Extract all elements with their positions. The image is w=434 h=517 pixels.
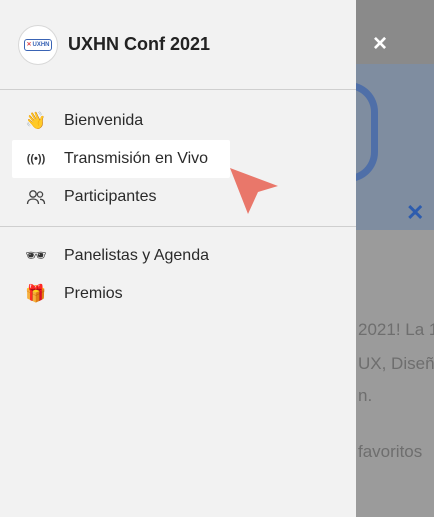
drawer-header: ✕ UXHN UXHN Conf 2021: [0, 0, 356, 90]
nav-item-participantes[interactable]: Participantes: [0, 178, 356, 216]
close-drawer-button[interactable]: ×: [368, 30, 392, 58]
background-text-line: favoritos: [358, 442, 423, 461]
background-text-line: n.: [358, 386, 373, 405]
nav-group-secondary: 🕶 Panelistas y Agenda 🎁 Premios: [0, 226, 356, 313]
app-title: UXHN Conf 2021: [68, 34, 211, 54]
pointer-cursor-icon: [230, 168, 278, 214]
background-logo-x: ✕: [406, 200, 425, 225]
people-icon: [24, 189, 48, 205]
nav-item-label: Premios: [64, 285, 123, 302]
gift-icon: 🎁: [25, 284, 47, 303]
broadcast-icon: ((•)): [26, 153, 46, 165]
nav-item-panelistas-y-agenda[interactable]: 🕶 Panelistas y Agenda: [0, 237, 356, 275]
app-logo-icon: ✕ UXHN: [24, 38, 52, 51]
background-text-line: UX, Diseñ: [358, 354, 434, 373]
nav-item-transmision-en-vivo[interactable]: ((•)) Transmisión en Vivo: [12, 140, 230, 178]
nav-group-main: 👋 Bienvenida ((•)) Transmisión en Vivo P…: [0, 90, 356, 216]
nav-item-label: Transmisión en Vivo: [64, 150, 209, 167]
nav-item-bienvenida[interactable]: 👋 Bienvenida: [0, 102, 356, 140]
nav-item-label: Panelistas y Agenda: [64, 247, 209, 264]
app-logo-avatar: ✕ UXHN: [18, 24, 58, 65]
sunglasses-icon: 🕶: [25, 246, 47, 265]
close-icon: ×: [372, 30, 387, 57]
background-text-line: 2021! La 1: [358, 320, 434, 339]
nav-item-label: Bienvenida: [64, 112, 144, 129]
navigation-drawer: ✕ UXHN UXHN Conf 2021 👋 Bienvenida ((•)) …: [0, 0, 356, 517]
nav-item-label: Participantes: [64, 188, 157, 205]
waving-hand-icon: 👋: [25, 111, 47, 130]
nav-item-premios[interactable]: 🎁 Premios: [0, 275, 356, 313]
